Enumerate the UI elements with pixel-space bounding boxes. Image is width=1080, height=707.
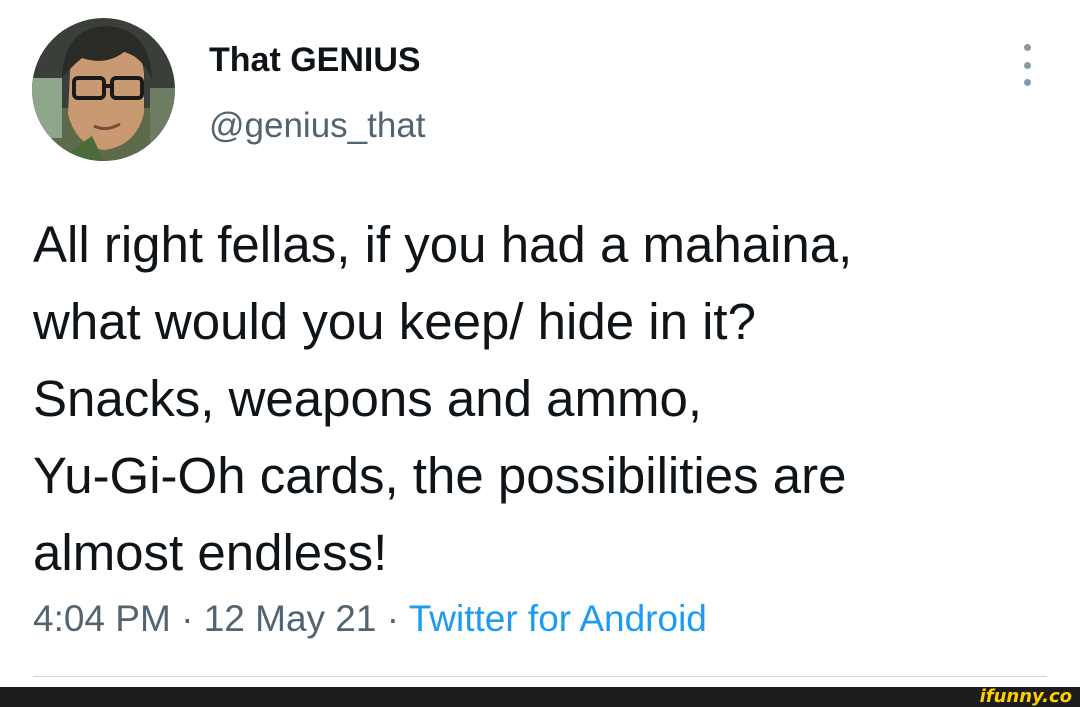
meta-separator: · bbox=[376, 598, 409, 639]
tweet-text-line: what would you keep/ hide in it? bbox=[33, 293, 756, 350]
divider bbox=[33, 676, 1047, 677]
watermark-bar: ifunny.co bbox=[0, 686, 1080, 707]
tweet-text-line: Yu-Gi-Oh cards, the possibilities are bbox=[33, 447, 847, 504]
tweet-metadata: 4:04 PM · 12 May 21 · Twitter for Androi… bbox=[33, 596, 707, 642]
tweet-text-line: almost endless! bbox=[33, 524, 388, 581]
tweet-date[interactable]: 12 May 21 bbox=[204, 598, 377, 639]
user-handle[interactable]: @genius_that bbox=[209, 105, 426, 147]
tweet-text: All right fellas, if you had a mahaina, … bbox=[33, 206, 1053, 591]
ifunny-watermark: ifunny.co bbox=[979, 686, 1072, 707]
vertical-ellipsis-icon bbox=[1023, 79, 1031, 86]
tweet-source-link[interactable]: Twitter for Android bbox=[409, 598, 707, 639]
tweet-text-line: All right fellas, if you had a mahaina, bbox=[33, 216, 853, 273]
profile-avatar[interactable] bbox=[32, 18, 175, 161]
vertical-ellipsis-icon bbox=[1023, 61, 1031, 69]
vertical-ellipsis-icon bbox=[1023, 44, 1031, 51]
tweet-text-line: Snacks, weapons and ammo, bbox=[33, 370, 703, 427]
display-name[interactable]: That GENIUS bbox=[209, 40, 421, 80]
avatar-image bbox=[32, 18, 175, 161]
more-options-button[interactable] bbox=[1013, 40, 1041, 90]
meta-separator: · bbox=[170, 598, 204, 639]
tweet-time[interactable]: 4:04 PM bbox=[33, 598, 171, 639]
